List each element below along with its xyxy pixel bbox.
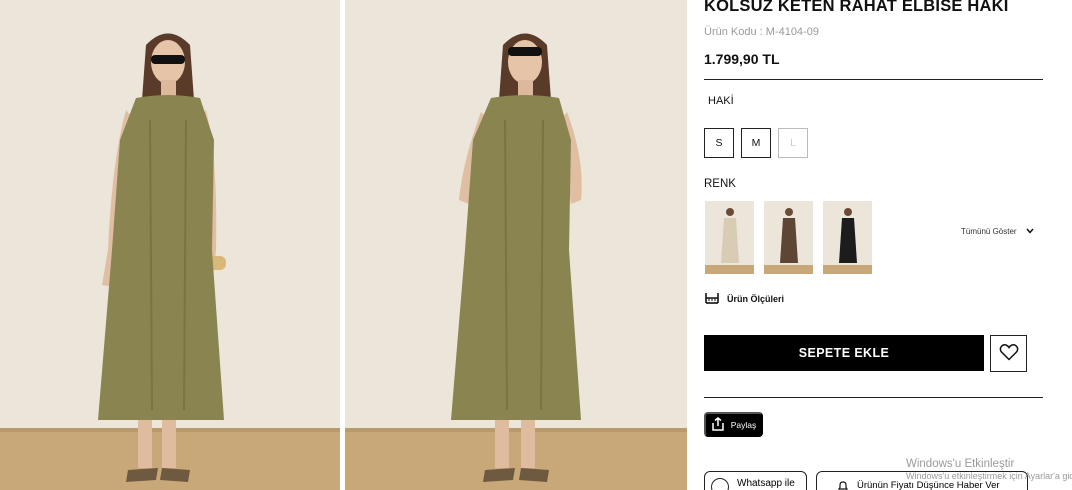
color-swatch-brown[interactable] bbox=[764, 201, 813, 274]
product-photo-front bbox=[0, 0, 340, 490]
product-info-panel: KOLSUZ KETEN RAHAT ELBİSE HAKİ Ürün Kodu… bbox=[704, 0, 1049, 490]
add-to-cart-button[interactable]: SEPETE EKLE bbox=[704, 335, 984, 371]
size-selector: S M L bbox=[704, 128, 808, 158]
share-button[interactable]: Paylaş bbox=[704, 412, 763, 437]
chevron-down-icon bbox=[1026, 226, 1034, 236]
color-swatch-beige[interactable] bbox=[705, 201, 754, 274]
bell-icon bbox=[837, 480, 849, 490]
color-swatch-black[interactable] bbox=[823, 201, 872, 274]
size-option-l[interactable]: L bbox=[778, 128, 808, 158]
product-title: KOLSUZ KETEN RAHAT ELBİSE HAKİ bbox=[704, 0, 1009, 15]
price-alert-label: Ürünün Fiyatı Düşünce Haber Ver bbox=[857, 480, 1000, 490]
heart-icon bbox=[999, 343, 1019, 364]
size-option-s[interactable]: S bbox=[704, 128, 734, 158]
product-image-front-alt[interactable] bbox=[345, 0, 687, 490]
share-label: Paylaş bbox=[730, 419, 757, 430]
whatsapp-label: Whatsapp ile bbox=[737, 478, 795, 489]
product-sku: Ürün Kodu : M-4104-09 bbox=[704, 26, 819, 38]
show-all-colors-toggle[interactable]: Tümünü Göster bbox=[961, 226, 1034, 236]
price-alert-button[interactable]: Ürünün Fiyatı Düşünce Haber Ver bbox=[816, 471, 1028, 490]
ruler-icon bbox=[705, 292, 719, 306]
show-all-label: Tümünü Göster bbox=[961, 226, 1017, 236]
whatsapp-icon bbox=[711, 478, 729, 490]
divider bbox=[704, 79, 1043, 80]
divider bbox=[704, 397, 1043, 398]
size-option-m[interactable]: M bbox=[741, 128, 771, 158]
selected-color-name: HAKİ bbox=[708, 95, 734, 107]
measurements-label: Ürün Ölçüleri bbox=[727, 294, 785, 304]
share-icon bbox=[711, 416, 725, 433]
color-section-label: RENK bbox=[704, 178, 736, 190]
product-photo-alt bbox=[345, 0, 687, 490]
product-image-front[interactable] bbox=[0, 0, 340, 490]
color-swatches bbox=[705, 201, 872, 274]
product-price: 1.799,90 TL bbox=[704, 51, 780, 67]
whatsapp-button[interactable]: Whatsapp ile bbox=[704, 471, 807, 490]
add-to-favorites-button[interactable] bbox=[990, 335, 1027, 372]
product-measurements-link[interactable]: Ürün Ölçüleri bbox=[705, 292, 784, 306]
